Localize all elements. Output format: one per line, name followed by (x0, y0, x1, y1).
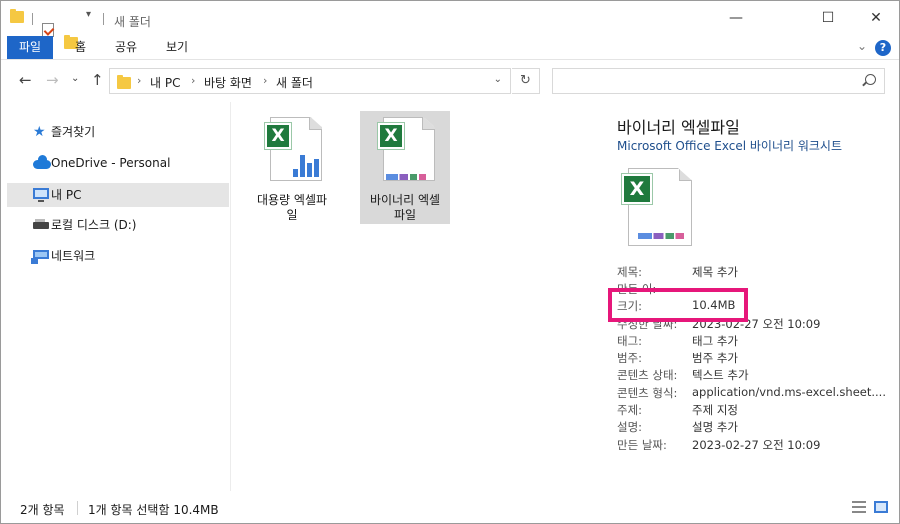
file-explorer-window: ▾ 새 폴더 — ☐ ✕ 파일 홈 공유 보기 ⌄ ? ← → ⌄ ↑ › 내 … (0, 0, 900, 524)
network-icon (31, 250, 49, 264)
sidebar-item-label: 로컬 디스크 (D:) (51, 218, 137, 232)
window-title: 새 폴더 (114, 15, 151, 29)
sidebar-item-this-pc[interactable]: 내 PC (7, 183, 229, 207)
tab-view[interactable]: 보기 (154, 36, 200, 59)
refresh-button[interactable]: ↻ (512, 68, 540, 94)
sidebar-item-label: 즐겨찾기 (51, 125, 96, 139)
drive-icon (33, 219, 49, 229)
chevron-down-icon[interactable]: ⌄ (494, 74, 502, 85)
file-name: 대용량 엑셀파 일 (256, 193, 328, 222)
breadcrumb-new-folder[interactable]: 새 폴더 (276, 74, 313, 91)
back-button[interactable]: ← (19, 71, 32, 89)
folder-icon (117, 75, 131, 89)
sidebar-item-label: 내 PC (51, 188, 82, 202)
details-file-type: Microsoft Office Excel 바이너리 워크시트 (617, 139, 843, 153)
minimize-button[interactable]: — (713, 1, 759, 35)
excel-logo-icon: X (378, 123, 404, 149)
sidebar-item-onedrive[interactable]: OneDrive - Personal (7, 151, 229, 175)
computer-icon (33, 188, 49, 202)
sidebar-item-local-disk-d[interactable]: 로컬 디스크 (D:) (7, 213, 229, 237)
divider (103, 13, 104, 25)
binary-strip-icon (386, 174, 426, 180)
search-icon[interactable] (865, 74, 876, 85)
item-count: 2개 항목 (20, 503, 65, 517)
close-button[interactable]: ✕ (853, 1, 899, 35)
sidebar-item-label: 네트워크 (51, 249, 96, 263)
forward-button[interactable]: → (46, 71, 59, 89)
selection-summary: 1개 항목 선택함 10.4MB (88, 503, 219, 517)
tab-home[interactable]: 홈 (63, 36, 98, 59)
maximize-button[interactable]: ☐ (805, 1, 851, 35)
size-highlight-box (608, 288, 748, 322)
expand-ribbon-icon[interactable]: ⌄ (857, 39, 867, 53)
file-list: X 대용량 엑셀파 일 X 바이너리 엑셀 파일 (232, 102, 597, 491)
help-icon[interactable]: ? (875, 40, 891, 56)
chart-glyph-icon (293, 155, 319, 177)
chevron-right-icon[interactable]: › (263, 74, 267, 87)
chevron-right-icon[interactable]: › (137, 74, 141, 87)
excel-logo-icon: X (265, 123, 291, 149)
breadcrumb-this-pc[interactable]: 내 PC (150, 74, 180, 91)
title-bar: ▾ 새 폴더 — ☐ ✕ (1, 1, 899, 49)
star-icon: ★ (33, 124, 46, 140)
sidebar-item-label: OneDrive - Personal (51, 156, 171, 170)
tab-share[interactable]: 공유 (103, 36, 149, 59)
sidebar-item-network[interactable]: 네트워크 (7, 244, 229, 268)
file-item-large-excel[interactable]: X 대용량 엑셀파 일 (247, 111, 337, 224)
address-bar[interactable]: › 내 PC › 바탕 화면 › 새 폴더 ⌄ (109, 68, 511, 94)
folder-icon (10, 9, 24, 23)
cloud-icon (33, 155, 51, 169)
navigation-bar: ← → ⌄ ↑ › 내 PC › 바탕 화면 › 새 폴더 ⌄ ↻ (1, 61, 899, 101)
customize-quick-access-icon[interactable]: ▾ (86, 9, 91, 20)
properties-icon[interactable] (42, 23, 54, 37)
file-name: 바이너리 엑셀 파일 (369, 193, 441, 222)
breadcrumb-desktop[interactable]: 바탕 화면 (204, 74, 252, 91)
up-button[interactable]: ↑ (91, 71, 104, 89)
excel-logo-icon: X (622, 174, 652, 204)
divider (32, 13, 33, 25)
large-icons-view-icon[interactable] (874, 501, 888, 513)
tab-file[interactable]: 파일 (7, 36, 54, 59)
navigation-pane: ★ 즐겨찾기 OneDrive - Personal 내 PC 로컬 디스크 (… (1, 102, 231, 491)
search-input[interactable] (552, 68, 885, 94)
status-bar: 2개 항목 1개 항목 선택함 10.4MB (1, 492, 899, 523)
binary-strip-icon (638, 233, 684, 239)
ribbon-tabs: 파일 홈 공유 보기 ⌄ ? (1, 36, 899, 60)
file-item-binary-excel[interactable]: X 바이너리 엑셀 파일 (360, 111, 450, 224)
recent-locations-button[interactable]: ⌄ (71, 73, 79, 84)
divider (77, 501, 78, 515)
details-view-icon[interactable] (852, 501, 866, 513)
details-file-name: 바이너리 엑셀파일 (617, 118, 740, 137)
chevron-right-icon[interactable]: › (191, 74, 195, 87)
sidebar-item-quick-access[interactable]: ★ 즐겨찾기 (7, 120, 229, 144)
